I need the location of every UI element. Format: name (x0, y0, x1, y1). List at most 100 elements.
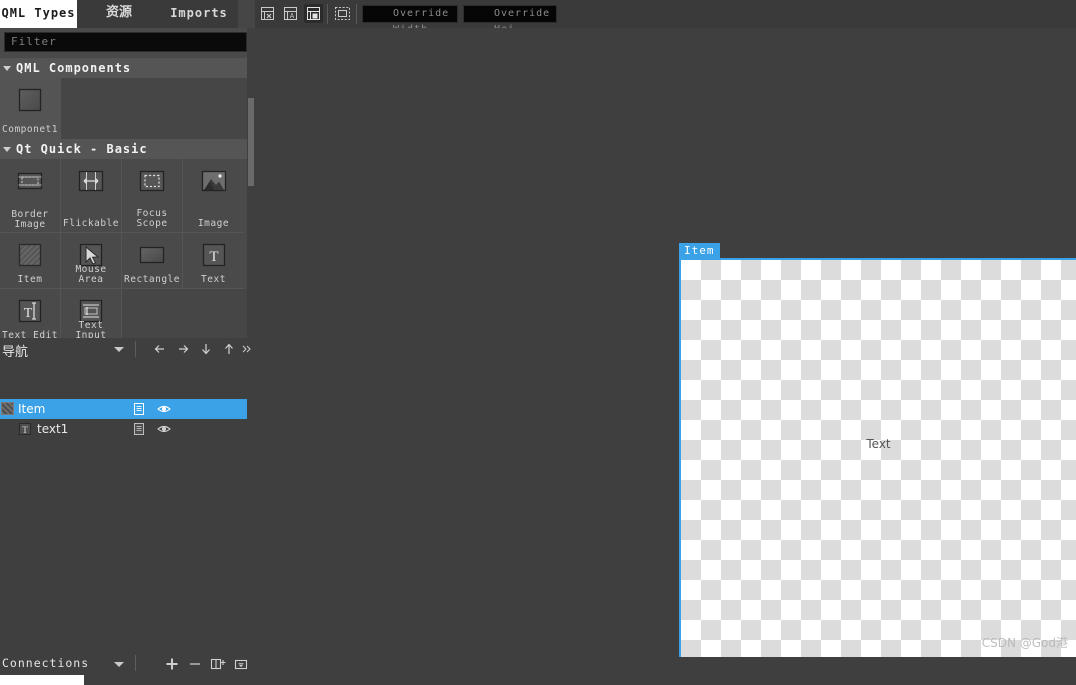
bottom-tab-bindings[interactable] (92, 675, 162, 685)
tab-imports[interactable]: Imports (160, 0, 238, 28)
bottom-tab-properties[interactable] (172, 675, 230, 685)
item-hatch-icon[interactable] (1, 402, 14, 415)
qt-quick-grid-row-1: Border Image Flickable Focus Scope Image (0, 159, 247, 233)
library-item-label: Focus Scope (136, 208, 168, 229)
library-scrollbar[interactable] (247, 28, 255, 345)
library-item-text[interactable]: T Text (183, 233, 244, 289)
svg-text:T: T (22, 425, 28, 435)
qml-components-grid: Componet1 (0, 78, 247, 139)
library-item-mouse-area[interactable]: Mouse Area (61, 233, 122, 289)
qt-quick-grid-row-3: T Text Edit Text Input (0, 289, 247, 345)
bottom-tab-connections[interactable] (0, 675, 84, 685)
library-item-label: Flickable (63, 218, 119, 229)
item-transparent-area[interactable]: Text (679, 258, 1076, 657)
flickable-icon (76, 166, 106, 196)
section-title: QML Components (16, 61, 132, 75)
library-item-focus-scope[interactable]: Focus Scope (122, 159, 183, 233)
library-item-label: Rectangle (124, 274, 180, 285)
table-row[interactable]: Item (0, 399, 255, 419)
panel-options-button[interactable] (230, 653, 252, 675)
list-item-label: Item (18, 402, 46, 416)
library-item-label: Componet1 (2, 124, 58, 135)
remove-connection-button[interactable] (184, 653, 206, 675)
qt-quick-grid-row-2: Item Mouse Area Rectangle T Text (0, 233, 247, 289)
connections-title: Connections (2, 656, 90, 670)
chevron-down-icon (3, 147, 11, 152)
header-separator (135, 655, 136, 671)
library-filter-input[interactable]: Filter (4, 32, 247, 52)
library-item-label: Image (197, 218, 230, 229)
library-item-text-edit[interactable]: T Text Edit (0, 289, 61, 345)
library-item-label: Item (17, 274, 43, 285)
library-tab-strip: QML Types 资源 Imports (0, 0, 255, 28)
tab-qml-types[interactable]: QML Types (0, 0, 77, 28)
library-item-item[interactable]: Item (0, 233, 61, 289)
nav-back-button[interactable] (150, 339, 170, 359)
library-item-label: Mouse Area (75, 264, 107, 285)
top-toolbar: QML Types 资源 Imports A Override Override (0, 0, 1076, 35)
text-edit-icon: T (15, 296, 45, 326)
navigator-header: 导航 (0, 338, 255, 360)
nav-forward-button[interactable] (173, 339, 193, 359)
tab-assets[interactable]: 资源 (85, 0, 153, 28)
align-fill-icon[interactable] (304, 4, 323, 23)
add-connection-button[interactable] (161, 653, 183, 675)
text-icon: T (199, 240, 229, 270)
navigator-tree: Item T text1 (0, 360, 255, 650)
item-label-tag[interactable]: Item (679, 243, 720, 258)
library-item-flickable[interactable]: Flickable (61, 159, 122, 233)
override-height-input[interactable]: Override Hei⋯ (463, 5, 557, 35)
select-frame-icon[interactable] (333, 4, 352, 23)
navigator-scrollbar[interactable] (247, 360, 255, 650)
left-panel: Filter QML Components Componet1 Qt Quick… (0, 28, 255, 685)
library-item-text-input[interactable]: Text Input (61, 289, 122, 345)
section-header-qt-quick-basic[interactable]: Qt Quick - Basic (0, 139, 247, 159)
library-item-image[interactable]: Image (183, 159, 244, 233)
export-icon[interactable] (132, 402, 146, 416)
root-item-frame[interactable]: Item Text (679, 243, 1076, 657)
svg-text:T: T (209, 249, 218, 265)
table-row[interactable]: T text1 (0, 419, 255, 439)
nav-move-down-button[interactable] (196, 339, 216, 359)
header-separator (135, 341, 136, 357)
eye-visibility-icon[interactable] (157, 402, 171, 416)
align-anchor-icon[interactable]: A (281, 4, 300, 23)
toolbar-separator-2 (356, 4, 357, 24)
nav-move-up-button[interactable] (219, 339, 239, 359)
library-item-componet1[interactable]: Componet1 (0, 78, 61, 139)
chevron-down-icon (3, 66, 11, 71)
section-header-qml-components[interactable]: QML Components (0, 58, 247, 78)
align-reset-icon[interactable] (258, 4, 277, 23)
library-item-label: Border Image (11, 209, 49, 230)
tab-strip-filler (238, 0, 255, 28)
navigator-title: 导航 (2, 345, 29, 360)
nav-more-button[interactable] (240, 339, 254, 359)
grid-empty-area (122, 289, 247, 345)
svg-text:T: T (24, 306, 33, 321)
library-item-label: Text (201, 274, 226, 285)
eye-visibility-icon[interactable] (157, 422, 171, 436)
focus-scope-icon (137, 166, 167, 196)
chevron-down-icon[interactable] (114, 347, 124, 352)
rectangle-icon (137, 240, 167, 270)
navigator-panel: 导航 Item T text1 (0, 338, 255, 650)
toolbar-separator-1 (327, 4, 328, 24)
grid-empty-area (61, 78, 247, 139)
border-image-icon (15, 166, 45, 196)
qt-design-studio-window: QML Types 资源 Imports A Override Override… (0, 0, 1076, 685)
split-view-button[interactable] (207, 653, 229, 675)
image-icon (199, 166, 229, 196)
override-width-input[interactable]: Override Width (362, 5, 458, 35)
form-editor-canvas[interactable]: Item Text CSDN @God港 (255, 28, 1076, 657)
export-icon[interactable] (132, 422, 146, 436)
watermark: CSDN @God港 (981, 636, 1068, 650)
canvas-text-element[interactable]: Text (681, 437, 1076, 451)
item-icon (15, 240, 45, 270)
library-scrollbar-thumb[interactable] (248, 98, 254, 186)
bottom-tab-strip (0, 675, 255, 685)
text-type-icon: T (18, 422, 32, 436)
list-item-label: text1 (37, 422, 69, 436)
chevron-down-icon[interactable] (114, 662, 124, 667)
library-item-rectangle[interactable]: Rectangle (122, 233, 183, 289)
library-item-border-image[interactable]: Border Image (0, 159, 61, 233)
